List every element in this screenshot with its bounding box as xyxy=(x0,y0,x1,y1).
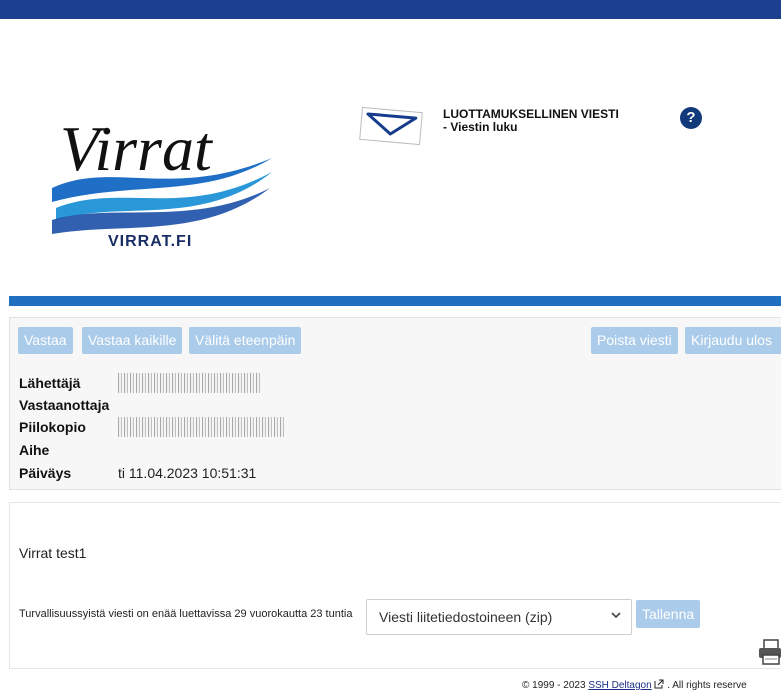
sender-label: Lähettäjä xyxy=(19,375,81,391)
expiry-notice: Turvallisuussyistä viesti on enää luetta… xyxy=(19,608,353,620)
message-body: Virrat test1 xyxy=(19,545,87,561)
top-bar xyxy=(0,0,781,19)
save-button[interactable]: Tallenna xyxy=(636,600,701,628)
chevron-down-icon xyxy=(611,608,621,625)
virrat-logo-graphic: Virrat VIRRAT.FI xyxy=(52,113,272,250)
bcc-label: Piilokopio xyxy=(19,419,86,435)
bcc-value-redacted xyxy=(118,417,284,437)
page-title: LUOTTAMUKSELLINEN VIESTI - Viestin luku xyxy=(443,108,619,134)
reply-all-button[interactable]: Vastaa kaikille xyxy=(82,327,183,354)
footer: © 1999 - 2023 SSH Deltagon . All rights … xyxy=(522,679,747,691)
logo-script-text: Virrat xyxy=(60,113,214,184)
footer-rights: All rights reserve xyxy=(672,680,747,691)
date-label: Päiväys xyxy=(19,465,72,481)
help-icon[interactable]: ? xyxy=(680,107,702,129)
logout-button[interactable]: Kirjaudu ulos xyxy=(685,327,781,354)
forward-button[interactable]: Välitä eteenpäin xyxy=(189,327,302,354)
printer-icon[interactable] xyxy=(758,638,781,666)
reply-button[interactable]: Vastaa xyxy=(18,327,73,354)
download-format-selected: Viesti liitetiedostoineen (zip) xyxy=(379,609,553,625)
date-value: ti 11.04.2023 10:51:31 xyxy=(118,465,257,481)
external-link-icon xyxy=(654,679,667,691)
header-divider xyxy=(9,296,781,306)
ssh-deltagon-link[interactable]: SSH Deltagon xyxy=(588,680,651,691)
download-format-select[interactable]: Viesti liitetiedostoineen (zip) xyxy=(366,599,632,635)
delete-message-button[interactable]: Poista viesti xyxy=(591,327,678,354)
logo-domain-text: VIRRAT.FI xyxy=(108,233,192,250)
message-body-panel xyxy=(9,502,781,669)
title-line-2: - Viestin luku xyxy=(443,120,518,134)
recipient-label: Vastaanottaja xyxy=(19,397,110,413)
envelope-icon xyxy=(357,106,425,146)
subject-label: Aihe xyxy=(19,442,50,458)
sender-value-redacted xyxy=(118,373,260,393)
footer-copyright: © 1999 - 2023 xyxy=(522,680,586,691)
virrat-logo: Virrat VIRRAT.FI xyxy=(52,80,282,260)
